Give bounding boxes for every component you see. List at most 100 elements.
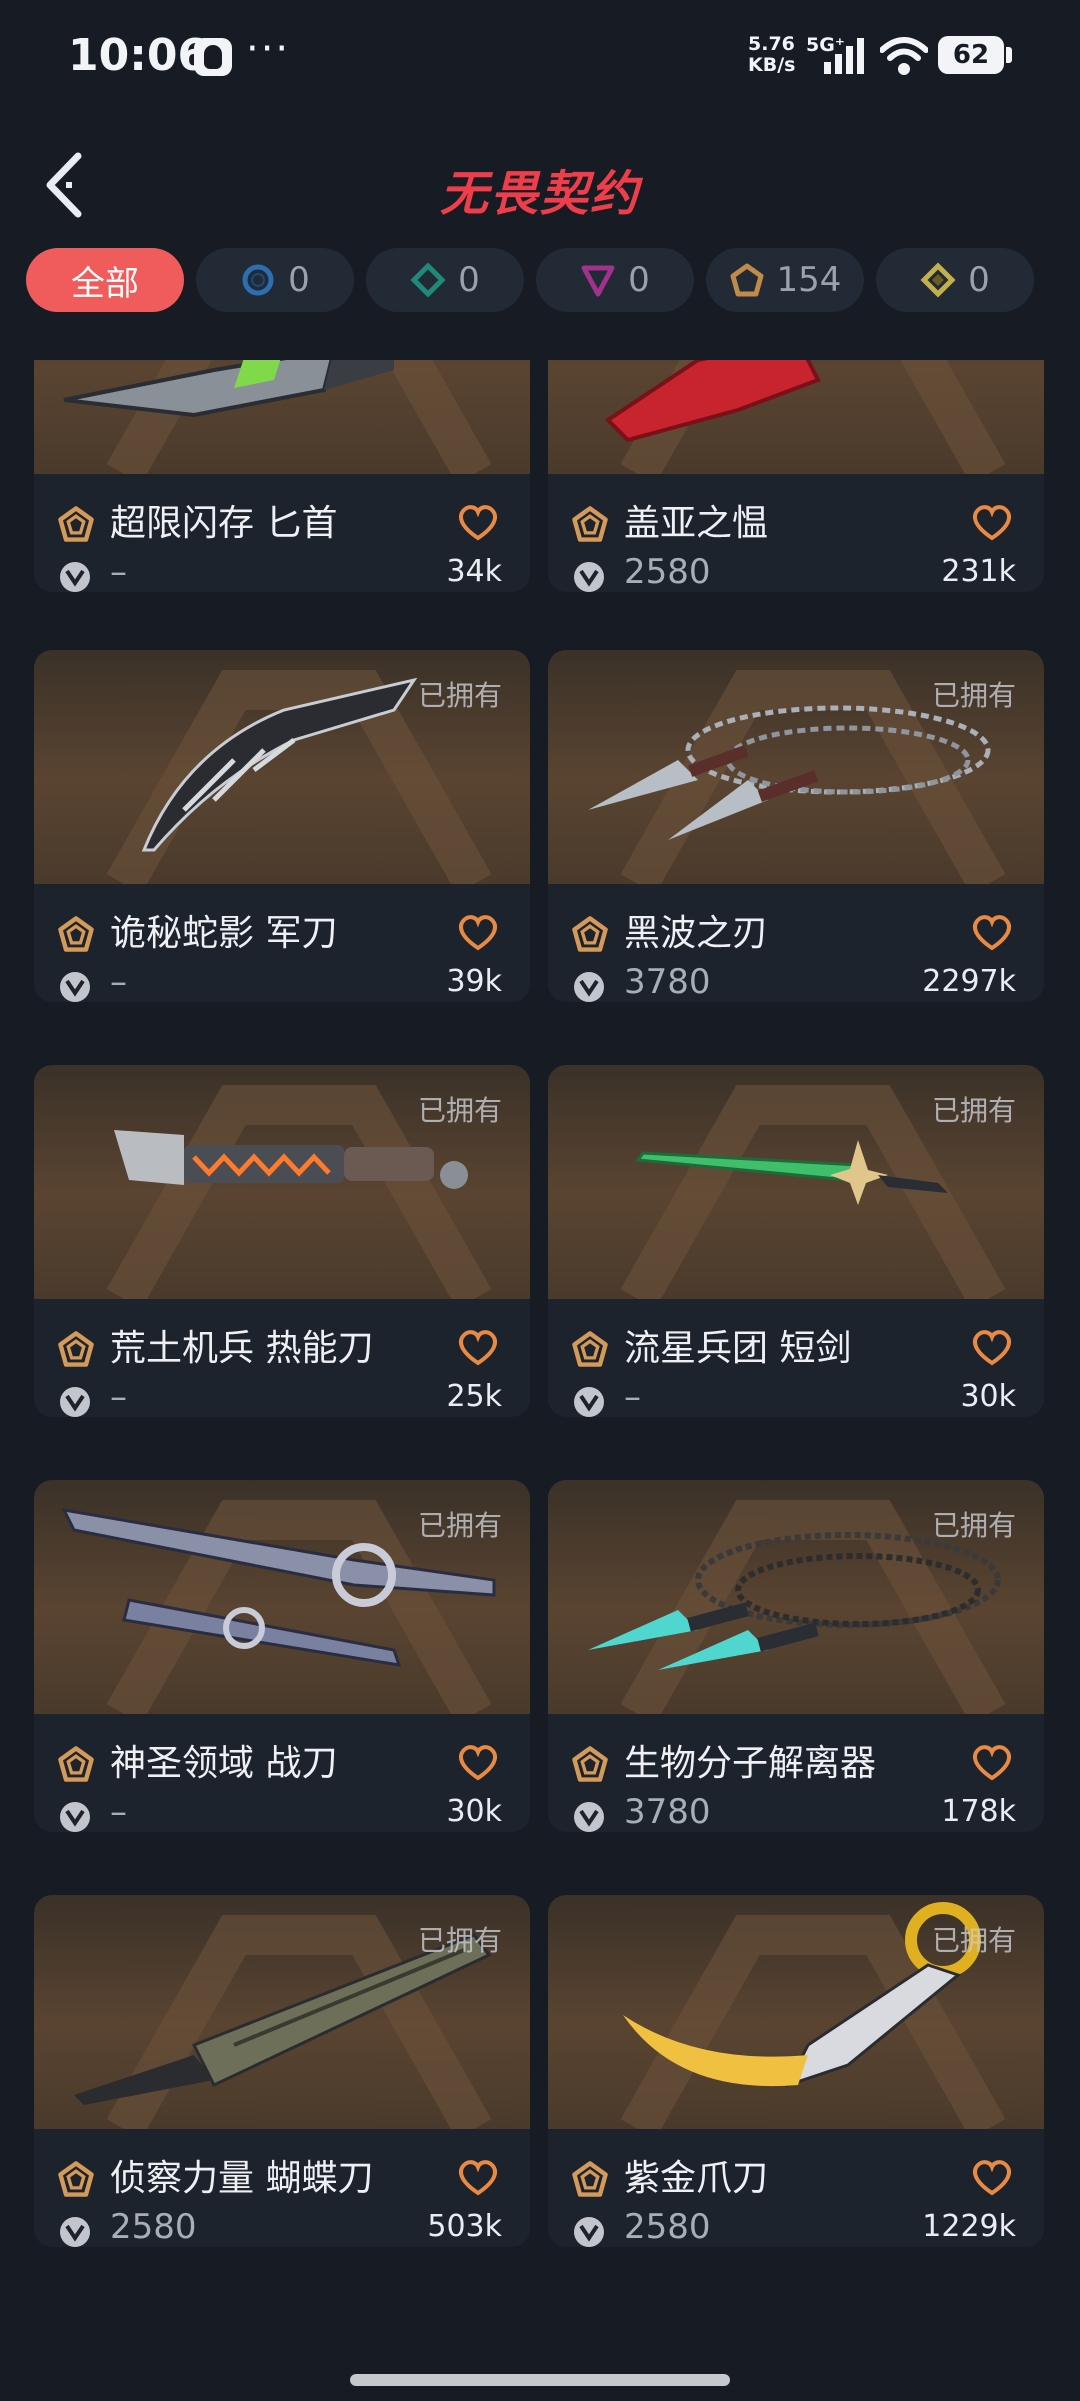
heart-icon[interactable] [970,1742,1014,1782]
filter-chip-count: 0 [968,260,990,300]
heart-icon[interactable] [456,502,500,542]
heart-icon[interactable] [970,912,1014,952]
vp-currency-icon [574,562,604,592]
skin-price: – [624,1377,641,1417]
skin-card[interactable]: 已拥有 紫金爪刀 2580 1229k [548,1895,1044,2247]
skin-price: 3780 [624,1792,711,1832]
filter-chip-count: 0 [288,260,310,300]
skin-card[interactable]: 已拥有 神圣领域 战刀 – 30k [34,1480,530,1832]
vp-currency-icon [574,1802,604,1832]
like-count: 178k [941,1794,1016,1829]
triangle-tier-icon [581,265,615,297]
like-count: 30k [446,1794,502,1829]
pentagon-tier-icon [572,2161,608,2197]
heart-icon[interactable] [456,912,500,952]
skin-name: 紫金爪刀 [624,2158,769,2199]
skin-price: – [110,962,127,1002]
more-notifications-icon: ··· [246,26,291,72]
heart-icon[interactable] [970,2157,1014,2197]
skin-card[interactable]: 已拥有 黑波之刃 3780 2297k [548,650,1044,1002]
filter-chip-select[interactable]: 0 [196,248,354,312]
filter-chip-exclusive[interactable]: 154 [706,248,864,312]
heart-icon[interactable] [456,1327,500,1367]
skin-card[interactable]: 已拥有 流星兵团 短剑 – 30k [548,1065,1044,1417]
owned-label: 已拥有 [931,1509,1016,1542]
skin-art: 已拥有 [548,650,1044,884]
skin-card[interactable]: 已拥有 侦察力量 蝴蝶刀 2580 503k [34,1895,530,2247]
heart-icon[interactable] [970,1327,1014,1367]
filter-chip-premium[interactable]: 0 [536,248,694,312]
vp-currency-icon [60,1387,90,1417]
skin-name: 超限闪存 匕首 [110,503,338,544]
skin-name: 荒土机兵 热能刀 [110,1328,374,1369]
vp-currency-icon [574,972,604,1002]
heart-icon[interactable] [456,2157,500,2197]
skin-art: 已拥有 [548,1480,1044,1714]
skin-grid: 超限闪存 匕首 – 34k 盖亚之愠 2580 231k 已拥有 诡秘蛇影 军刀… [0,360,1080,2350]
tier-filter-bar: 全部 0 0 0 154 0 [26,248,1066,314]
filter-chip-deluxe[interactable]: 0 [366,248,524,312]
wifi-icon [880,37,928,75]
pentagon-tier-icon [58,1331,94,1367]
home-gesture-bar[interactable] [350,2374,730,2386]
vp-currency-icon [60,1802,90,1832]
skin-name: 盖亚之愠 [624,503,769,544]
network-speed-value: 5.76 [748,33,795,55]
skin-art [548,360,1044,474]
vp-currency-icon [60,2217,90,2247]
rhombus-tier-icon [920,262,956,298]
filter-chip-count: 0 [628,260,650,300]
filter-chip-count: 154 [776,260,842,300]
heart-icon[interactable] [970,502,1014,542]
heart-icon[interactable] [456,1742,500,1782]
skin-price: 2580 [624,552,711,592]
skin-name: 诡秘蛇影 军刀 [110,913,338,954]
diamond-tier-icon [410,262,446,298]
skin-name: 神圣领域 战刀 [110,1743,338,1784]
skin-card[interactable]: 已拥有 诡秘蛇影 军刀 – 39k [34,650,530,1002]
like-count: 34k [446,554,502,589]
vp-currency-icon [574,1387,604,1417]
owned-label: 已拥有 [417,1924,502,1957]
pentagon-tier-icon [730,263,764,297]
network-speed: 5.76 KB/s [748,34,795,76]
skin-price: – [110,1377,127,1417]
filter-chip-ultra[interactable]: 0 [876,248,1034,312]
skin-price: 2580 [110,2207,197,2247]
filter-chip-count: 0 [458,260,480,300]
skin-art: 已拥有 [34,1480,530,1714]
filter-chip-all[interactable]: 全部 [26,248,184,312]
pentagon-tier-icon [58,916,94,952]
qq-notification-icon [194,38,232,76]
vp-currency-icon [60,972,90,1002]
battery-indicator: 62 [938,36,1012,74]
pentagon-tier-icon [572,1746,608,1782]
like-count: 39k [446,964,502,999]
skin-art: 已拥有 [548,1895,1044,2129]
skin-art: 已拥有 [34,1065,530,1299]
skin-card[interactable]: 盖亚之愠 2580 231k [548,360,1044,592]
owned-label: 已拥有 [417,679,502,712]
skin-art: 已拥有 [548,1065,1044,1299]
pentagon-tier-icon [572,916,608,952]
skin-price: 2580 [624,2207,711,2247]
skin-art: 已拥有 [34,1895,530,2129]
skin-card[interactable]: 已拥有 荒土机兵 热能刀 – 25k [34,1065,530,1417]
vp-currency-icon [60,562,90,592]
skin-name: 生物分子解离器 [624,1743,877,1784]
status-bar: 10:06 ··· 5.76 KB/s 5G⁺ 62 [0,0,1080,120]
skin-card[interactable]: 已拥有 生物分子解离器 3780 178k [548,1480,1044,1832]
owned-label: 已拥有 [417,1094,502,1127]
skin-price: 3780 [624,962,711,1002]
status-time: 10:06 [68,30,209,81]
skin-card[interactable]: 超限闪存 匕首 – 34k [34,360,530,592]
skin-name: 黑波之刃 [624,913,769,954]
knife-image [63,360,394,418]
skin-price: – [110,1792,127,1832]
like-count: 25k [446,1379,502,1414]
pentagon-tier-icon [58,2161,94,2197]
like-count: 1229k [922,2209,1016,2244]
cellular-signal-icon [824,38,864,74]
owned-label: 已拥有 [931,679,1016,712]
like-count: 30k [960,1379,1016,1414]
